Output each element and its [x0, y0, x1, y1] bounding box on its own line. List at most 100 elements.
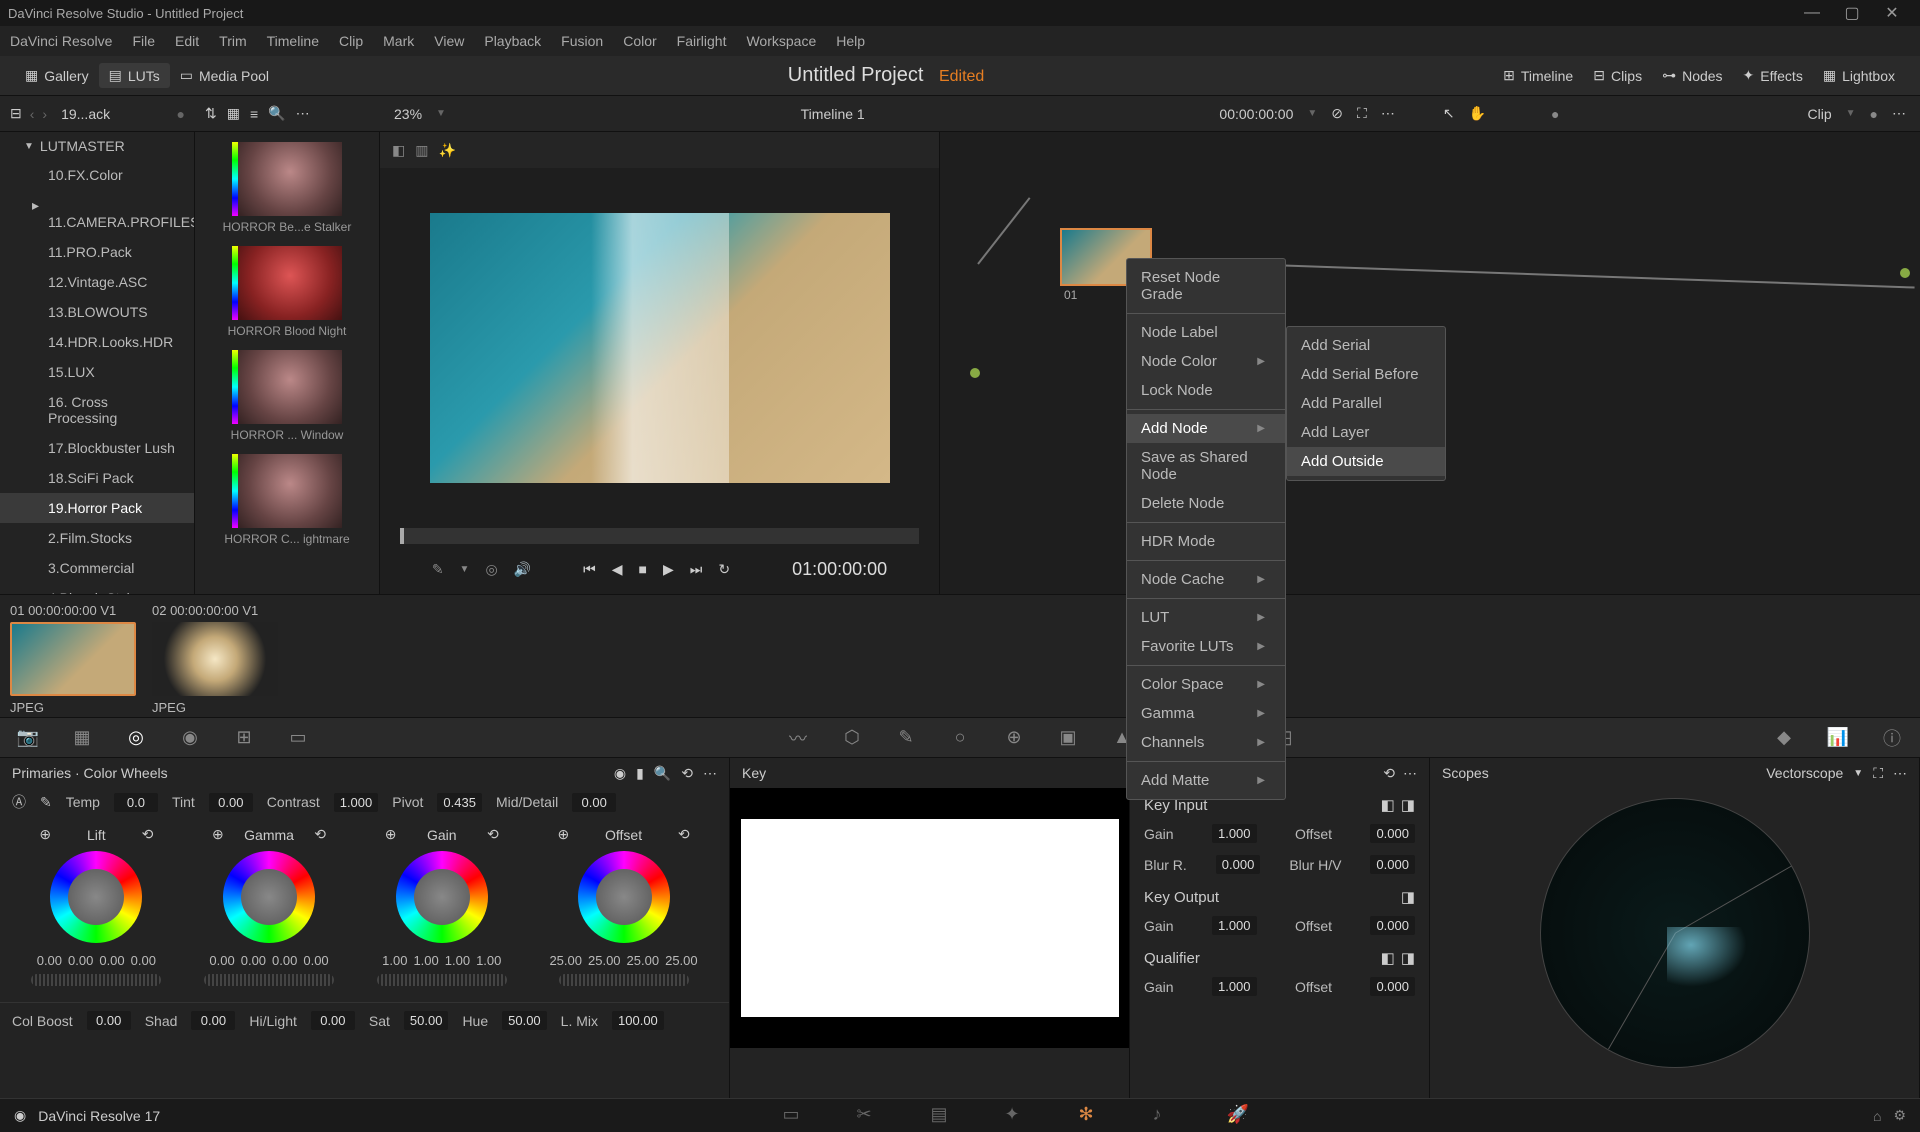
offset-value[interactable]: 25.00: [549, 953, 582, 968]
ctx-submenu-item[interactable]: Add Parallel: [1287, 389, 1445, 418]
contrast-field[interactable]: 1.000: [334, 793, 379, 812]
zoom-level[interactable]: 23%: [394, 106, 422, 122]
scopes-icon[interactable]: 📊: [1826, 726, 1850, 750]
gamma-slider[interactable]: [204, 974, 334, 986]
input-gain[interactable]: 1.000: [1212, 824, 1257, 843]
step-back-icon[interactable]: ◀: [612, 561, 623, 578]
log-mode-icon[interactable]: 🔍: [654, 765, 671, 782]
sidebar-item[interactable]: 17.Blockbuster Lush: [0, 433, 194, 463]
menu-edit[interactable]: Edit: [175, 33, 199, 49]
sat-field[interactable]: 50.00: [404, 1011, 449, 1030]
qualifier-offset[interactable]: 0.000: [1370, 977, 1415, 996]
sidebar-item[interactable]: 3.Commercial: [0, 553, 194, 583]
menu-playback[interactable]: Playback: [484, 33, 541, 49]
reset-icon[interactable]: ⟲: [487, 826, 499, 843]
gain-value[interactable]: 1.00: [445, 953, 470, 968]
menu-fusion[interactable]: Fusion: [561, 33, 603, 49]
ctx-submenu-item[interactable]: Add Layer: [1287, 418, 1445, 447]
qualifier-icon[interactable]: ✎: [894, 726, 918, 750]
menu-fairlight[interactable]: Fairlight: [677, 33, 727, 49]
offset-value[interactable]: 25.00: [627, 953, 660, 968]
ctx-submenu-item[interactable]: Add Serial Before: [1287, 360, 1445, 389]
lightbox-button[interactable]: ▦ Lightbox: [1813, 63, 1905, 88]
zoom-dropdown-icon[interactable]: ▼: [436, 108, 446, 119]
ctx-item[interactable]: Gamma▶: [1127, 699, 1285, 728]
split-icon[interactable]: ▥: [415, 142, 428, 159]
rgb-mixer-icon[interactable]: ⊞: [232, 726, 256, 750]
more-icon[interactable]: ⋯: [296, 105, 310, 122]
clips-button[interactable]: ⊟ Clips: [1583, 63, 1652, 88]
input-blurr[interactable]: 0.000: [1216, 855, 1261, 874]
marker-icon[interactable]: ✎: [432, 561, 444, 578]
mute-icon[interactable]: 🔊: [514, 561, 531, 578]
sidebar-item[interactable]: 2.Film.Stocks: [0, 523, 194, 553]
more-icon[interactable]: ⋯: [1403, 765, 1417, 782]
colboost-field[interactable]: 0.00: [87, 1011, 131, 1030]
color-match-icon[interactable]: ▦: [70, 726, 94, 750]
offset-slider[interactable]: [559, 974, 689, 986]
panel-toggle-icon[interactable]: ⊟: [10, 105, 22, 122]
menu-workspace[interactable]: Workspace: [746, 33, 816, 49]
menu-trim[interactable]: Trim: [219, 33, 246, 49]
reset-icon[interactable]: ⟲: [1383, 765, 1395, 782]
curves-icon[interactable]: 〰: [786, 726, 810, 750]
offset-value[interactable]: 25.00: [665, 953, 698, 968]
color-page-icon[interactable]: ✻: [1079, 1104, 1103, 1128]
ctx-item[interactable]: HDR Mode: [1127, 527, 1285, 556]
sidebar-header[interactable]: ▼ LUTMASTER: [0, 132, 194, 160]
lmix-field[interactable]: 100.00: [612, 1011, 664, 1030]
menu-color[interactable]: Color: [623, 33, 656, 49]
picker-icon[interactable]: ⊕: [385, 826, 397, 843]
more-icon[interactable]: ⋯: [703, 765, 717, 782]
shad-field[interactable]: 0.00: [191, 1011, 235, 1030]
settings-icon[interactable]: ⚙: [1893, 1107, 1906, 1124]
lift-value[interactable]: 0.00: [131, 953, 156, 968]
gamma-value[interactable]: 0.00: [241, 953, 266, 968]
bypass-icon[interactable]: ⊘: [1331, 105, 1343, 122]
more-icon[interactable]: ⋯: [1381, 105, 1395, 122]
sidebar-item[interactable]: 19.Horror Pack: [0, 493, 194, 523]
magic-mask-icon[interactable]: ▣: [1056, 726, 1080, 750]
media-page-icon[interactable]: ▭: [783, 1104, 807, 1128]
grid-view-icon[interactable]: ▦: [227, 105, 240, 122]
ctx-item[interactable]: Lock Node: [1127, 376, 1285, 405]
output-toggle-icon[interactable]: ◨: [1401, 888, 1415, 906]
ctx-item[interactable]: Channels▶: [1127, 728, 1285, 757]
luts-button[interactable]: ▤ LUTs: [99, 63, 170, 88]
warper-icon[interactable]: ⬡: [840, 726, 864, 750]
lut-thumb[interactable]: [232, 454, 342, 528]
menu-help[interactable]: Help: [836, 33, 865, 49]
gamma-wheel[interactable]: [223, 851, 315, 943]
viewer-scrubber[interactable]: [400, 528, 919, 544]
clip-item[interactable]: 02 00:00:00:00 V1 JPEG: [152, 603, 282, 709]
prev-clip-icon[interactable]: ⏮: [583, 561, 596, 578]
sidebar-item[interactable]: 13.BLOWOUTS: [0, 297, 194, 327]
mediapool-button[interactable]: ▭ Media Pool: [170, 63, 279, 88]
timeline-button[interactable]: ⊞ Timeline: [1493, 63, 1583, 88]
close-button[interactable]: ✕: [1872, 1, 1912, 25]
clip-thumb[interactable]: [152, 622, 278, 696]
picker-icon[interactable]: ⊕: [212, 826, 224, 843]
gain-value[interactable]: 1.00: [413, 953, 438, 968]
gamma-value[interactable]: 0.00: [272, 953, 297, 968]
node-panel[interactable]: 01 Reset Node GradeNode LabelNode Color▶…: [940, 132, 1920, 594]
node-dot[interactable]: ●: [1870, 106, 1878, 122]
dot-icon[interactable]: ●: [177, 106, 185, 122]
menu-clip[interactable]: Clip: [339, 33, 363, 49]
clip-thumb[interactable]: [10, 622, 136, 696]
output-gain[interactable]: 1.000: [1212, 916, 1257, 935]
hdr-icon[interactable]: ◉: [178, 726, 202, 750]
play-icon[interactable]: ▶: [663, 561, 674, 578]
nodes-button[interactable]: ⊶ Nodes: [1652, 63, 1732, 88]
reset-icon[interactable]: ⟲: [142, 826, 154, 843]
sidebar-item[interactable]: 18.SciFi Pack: [0, 463, 194, 493]
lut-thumb[interactable]: [232, 142, 342, 216]
wipe-icon[interactable]: ◧: [392, 142, 405, 159]
ctx-item[interactable]: Color Space▶: [1127, 670, 1285, 699]
keyframe-icon[interactable]: ◆: [1772, 726, 1796, 750]
node-mode[interactable]: Clip: [1808, 106, 1832, 122]
picker-icon[interactable]: ✎: [40, 794, 52, 811]
reset-icon[interactable]: ⟲: [314, 826, 326, 843]
offset-wheel[interactable]: [578, 851, 670, 943]
auto-icon[interactable]: Ⓐ: [12, 792, 26, 812]
